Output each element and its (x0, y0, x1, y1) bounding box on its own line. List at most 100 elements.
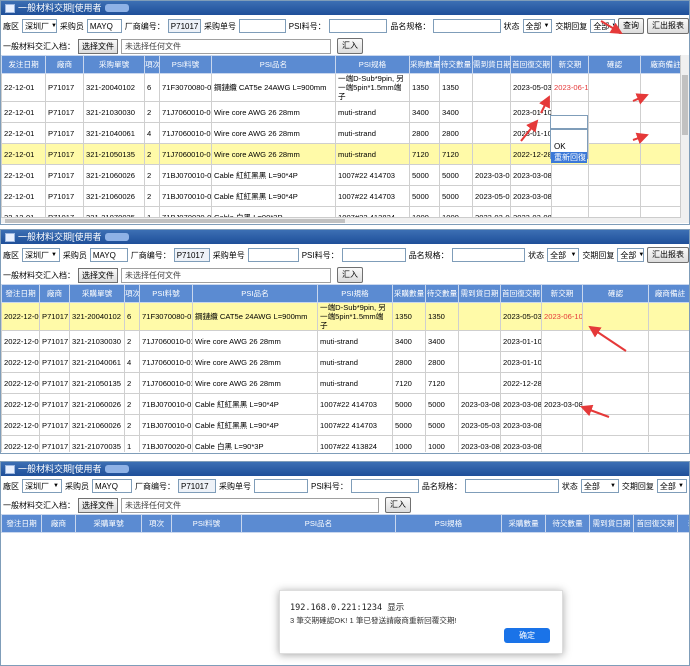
scroll-thumb[interactable] (5, 219, 345, 223)
table-cell: 6 (144, 73, 160, 102)
chevron-down-icon: ▼ (638, 251, 644, 258)
table-cell: 71F3070080-01 (139, 302, 193, 331)
psi-input[interactable] (328, 19, 388, 33)
status-select[interactable]: 全部 ▼ (522, 19, 553, 33)
export-button[interactable]: 汇出报表 (647, 247, 689, 263)
table-cell (588, 73, 641, 102)
table-cell (588, 143, 641, 165)
table-cell: 71J7060010-01 (159, 122, 212, 144)
table-cell (582, 372, 649, 394)
table-cell: 2023-05-03 (458, 414, 501, 436)
vertical-scrollbar[interactable] (680, 55, 689, 223)
column-header: PSI規格 (317, 284, 393, 303)
table-header-row: 發注日期 廠商 采購單號 項次 PSI料號 PSI品名 PSI規格 采購數量 待交數量 需到貨日期… (1, 514, 689, 533)
column-header: 確認 (588, 55, 641, 74)
factory-select[interactable]: 深圳厂 ▼ (22, 19, 57, 33)
choose-file-button[interactable]: 选择文件 (78, 497, 118, 513)
po-label: 采购单号 (212, 250, 245, 260)
table-cell: P71017 (39, 330, 70, 352)
table-row[interactable]: 2022-12-01 P71017 321-21050135 2 71J7060010-… (1, 372, 689, 394)
table-cell: 1350 (392, 302, 426, 331)
table-row[interactable]: 2022-12-01 P71017 321-21070035 1 71BJ070020-… (1, 435, 689, 452)
option-ok[interactable]: OK (551, 141, 587, 152)
table-cell: 2800 (439, 122, 473, 144)
table-cell: P71017 (39, 435, 70, 452)
option-re-reply[interactable]: 重新回復 (551, 152, 587, 163)
factory-select[interactable]: 深圳厂 ▼ (22, 479, 62, 493)
psi-input[interactable] (350, 479, 419, 493)
reply-select[interactable]: 全部▼ (617, 248, 644, 262)
column-header: 項次 (124, 284, 140, 303)
column-header: 首回復交期 (633, 514, 678, 533)
po-label: 采购单号 (219, 481, 251, 491)
po-label: 采购单号 (203, 21, 236, 31)
spec-input[interactable] (433, 19, 501, 33)
chevron-down-icon: ▼ (53, 482, 59, 489)
import-button[interactable]: 汇入 (337, 267, 363, 283)
choose-file-button[interactable]: 选择文件 (78, 267, 118, 283)
table-cell: 5000 (425, 393, 459, 415)
status-select[interactable]: 全部 ▼ (580, 479, 619, 493)
table-cell: Cable 紅紅黑黑 L=90*4P (211, 185, 336, 207)
table-header-row: 發注日期 廠商 采購單號 項次 PSI料號 PSI品名 PSI規格 采購數量 待交數量 需到貨日期… (1, 284, 689, 303)
table-row[interactable]: 2022-12-01 P71017 321-21030030 2 71J7060010-… (1, 330, 689, 352)
table-row[interactable]: 2022-12-01 P71017 321-21060026 2 71BJ070010-… (1, 393, 689, 415)
buyer-input[interactable]: MAYQ (92, 479, 132, 493)
spec-label: 品名规格： (408, 250, 449, 260)
window-title-bar: 一般材料交期[使用者 (1, 1, 689, 15)
table-cell: 22-12-01 (1, 185, 46, 207)
buyer-label: 采购员 (65, 481, 89, 491)
po-input[interactable] (254, 479, 308, 493)
confirm-dropdown-list[interactable]: OK 重新回復 (550, 129, 588, 163)
confirm-select[interactable] (550, 115, 588, 129)
export-button[interactable]: 汇出报表 (647, 18, 689, 34)
buyer-input[interactable]: MAYQ (89, 248, 128, 262)
buyer-input[interactable]: MAYQ (86, 19, 122, 33)
import-button[interactable]: 汇入 (385, 497, 411, 513)
reply-select[interactable]: 全部▼ (590, 19, 615, 33)
table-row[interactable]: 2022-12-01 P71017 321-20040102 6 71F3070080-… (1, 302, 689, 331)
vendor-label: 厂商编号： (124, 21, 165, 31)
table-row[interactable]: 2022-12-01 P71017 321-21060026 2 71BJ070010-… (1, 414, 689, 436)
vendor-input[interactable]: P71017 (173, 248, 210, 262)
spec-input[interactable] (464, 479, 559, 493)
reply-select[interactable]: 全部▼ (656, 479, 687, 493)
vendor-input[interactable]: P71017 (178, 479, 216, 493)
choose-file-button[interactable]: 选择文件 (78, 38, 118, 54)
table-cell: 2023-06-10 (541, 302, 583, 331)
vendor-input[interactable]: P71017 (167, 19, 201, 33)
table-row[interactable]: 22-12-01 P71017 321-20040102 6 71F3070080-01… (1, 73, 689, 102)
table-cell (472, 101, 511, 123)
table-cell: 71J7060010-01 (139, 351, 193, 373)
window-title: 一般材料交期[使用者 (18, 232, 102, 242)
query-button[interactable]: 查询 (618, 18, 644, 34)
import-button[interactable]: 汇入 (337, 38, 363, 54)
table-cell: P71017 (45, 164, 84, 186)
option-blank[interactable] (551, 130, 587, 141)
psi-input[interactable] (341, 248, 406, 262)
spec-input[interactable] (451, 248, 526, 262)
scroll-thumb[interactable] (682, 75, 688, 135)
table-cell: 2 (144, 185, 160, 207)
horizontal-scrollbar[interactable] (1, 217, 681, 223)
table-cell: Wire core AWG 26 28mm (211, 101, 336, 123)
table-cell: 5000 (439, 185, 473, 207)
table-row[interactable]: 22-12-01 P71017 321-21060026 2 71BJ070010-01… (1, 164, 689, 186)
table-cell (648, 393, 689, 415)
factory-select[interactable]: 深圳厂 ▼ (22, 248, 60, 262)
table-cell: 321-21070035 (69, 435, 125, 452)
dialog-ok-button[interactable]: 确定 (504, 628, 550, 643)
table-cell: 鋼鏈纜 CAT5e 24AWG L=900mm (192, 302, 318, 331)
import-bar: 一般材料交汇入档： 选择文件 未选择任何文件 汇入 (1, 37, 689, 55)
table-row[interactable]: 22-12-01 P71017 321-21060026 2 71BJ070010-01… (1, 185, 689, 207)
table-cell: 2023-03-08 (500, 393, 542, 415)
po-input[interactable] (238, 19, 286, 33)
po-input[interactable] (247, 248, 299, 262)
table-cell: 2023-03-08 (500, 435, 542, 452)
table-cell: 71BJ070010-01 (159, 164, 212, 186)
table-cell: 2022-12-28 (510, 143, 552, 165)
table-row[interactable]: 2022-12-01 P71017 321-21040061 4 71J7060010-… (1, 351, 689, 373)
import-label: 一般材料交汇入档： (3, 270, 75, 280)
status-select[interactable]: 全部 ▼ (547, 248, 580, 262)
table-cell: 22-12-01 (1, 101, 46, 123)
